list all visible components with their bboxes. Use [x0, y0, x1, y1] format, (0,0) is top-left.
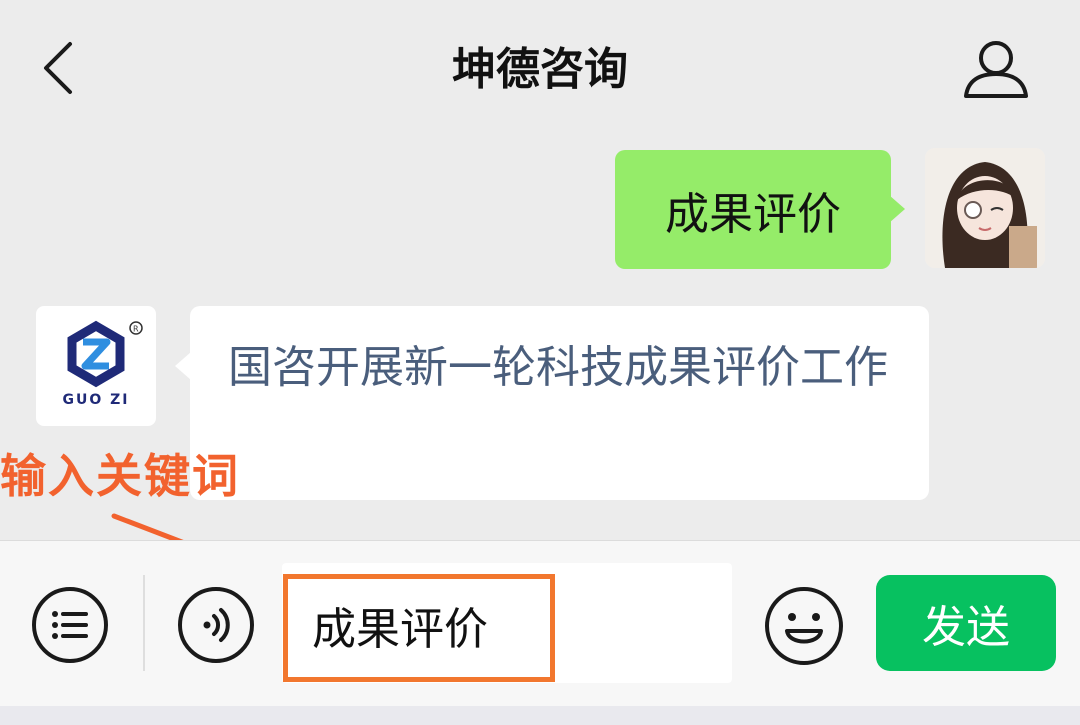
voice-icon	[178, 587, 254, 663]
user-avatar[interactable]	[925, 148, 1045, 268]
divider	[143, 575, 145, 671]
outgoing-message-bubble[interactable]: 成果评价	[615, 150, 891, 269]
page-title: 坤德咨询	[452, 44, 628, 95]
guozi-logo: R GUO ZI	[63, 320, 143, 408]
sender-avatar[interactable]: R GUO ZI	[36, 306, 156, 426]
article-link-text[interactable]: 国咨开展新一轮科技成果评价工作	[228, 334, 898, 402]
avatar-illustration	[925, 148, 1045, 268]
incoming-bubble-tail	[175, 352, 191, 380]
emoji-icon	[765, 587, 843, 665]
voice-button[interactable]	[176, 585, 256, 665]
annotation-label: 输入关键词	[0, 449, 240, 503]
svg-text:GUO ZI: GUO ZI	[63, 392, 130, 408]
menu-button[interactable]	[30, 585, 110, 665]
incoming-message-bubble[interactable]: 国咨开展新一轮科技成果评价工作	[190, 306, 929, 500]
input-highlight-box	[283, 574, 555, 682]
profile-button[interactable]	[960, 38, 1032, 100]
svg-text:R: R	[133, 325, 139, 334]
home-indicator-area	[0, 706, 1080, 725]
person-icon	[964, 41, 1028, 98]
chat-header: 坤德咨询	[0, 0, 1080, 140]
outgoing-bubble-tail	[889, 195, 905, 223]
emoji-button[interactable]	[763, 585, 845, 667]
send-button[interactable]: 发送	[876, 575, 1056, 671]
list-menu-icon	[32, 587, 108, 663]
outgoing-message-text: 成果评价	[665, 188, 841, 240]
